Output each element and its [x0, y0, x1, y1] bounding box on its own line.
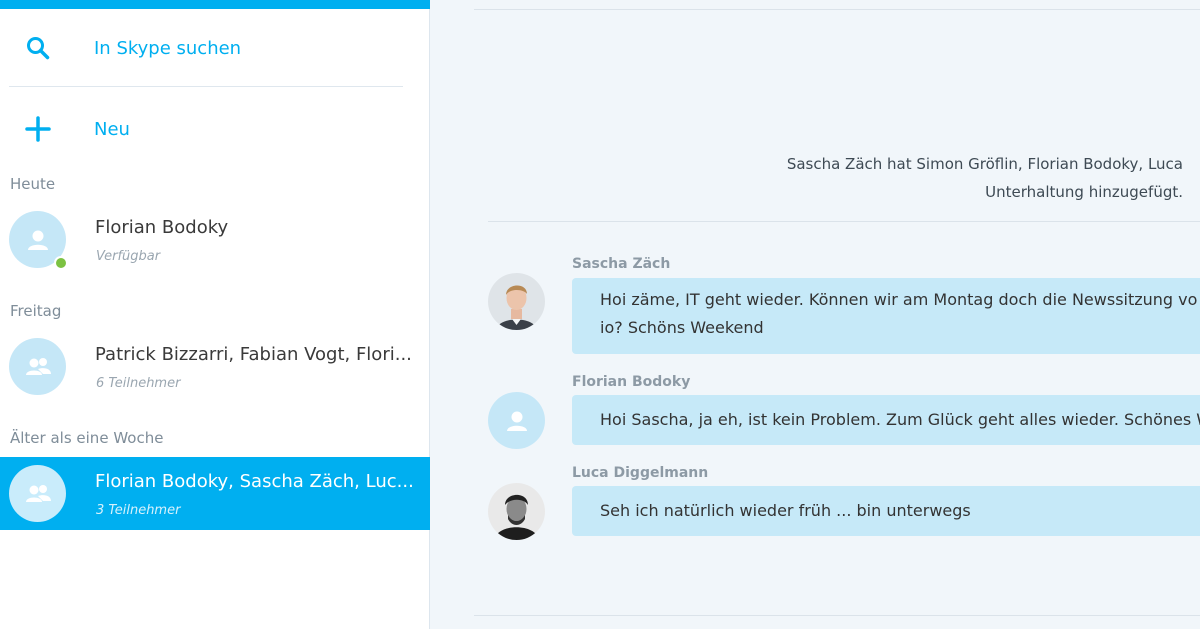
- message-text: Hoi Sascha, ja eh, ist kein Problem. Zum…: [600, 410, 1200, 429]
- group-icon: [25, 484, 51, 502]
- avatar[interactable]: [488, 483, 545, 540]
- search-skype-button[interactable]: In Skype suchen: [0, 18, 430, 78]
- message-bubble[interactable]: Hoi Sascha, ja eh, ist kein Problem. Zum…: [572, 395, 1200, 445]
- conversation-name: Florian Bodoky, Sascha Zäch, Luc...: [95, 471, 414, 492]
- section-label-today: Heute: [10, 175, 56, 193]
- system-message-divider: [488, 221, 1200, 222]
- plus-icon: [24, 115, 52, 143]
- user-photo-icon: [488, 273, 545, 330]
- presence-available-icon: [54, 256, 68, 270]
- new-conversation-button[interactable]: Neu: [0, 99, 430, 159]
- chat-top-divider: [474, 9, 1200, 10]
- conversation-name: Patrick Bizzarri, Fabian Vogt, Flori...: [95, 344, 412, 365]
- search-skype-label: In Skype suchen: [94, 37, 242, 59]
- conversation-participants: 6 Teilnehmer: [96, 376, 181, 391]
- chat-bottom-divider: [474, 615, 1200, 616]
- sidebar: In Skype suchen Neu Heute Florian Bodoky…: [0, 0, 430, 629]
- message-bubble[interactable]: Seh ich natürlich wieder früh ... bin un…: [572, 486, 1200, 536]
- person-icon: [27, 230, 48, 250]
- conversation-name: Florian Bodoky: [95, 217, 229, 238]
- avatar[interactable]: [488, 392, 545, 449]
- system-message-line: Sascha Zäch hat Simon Gröflin, Florian B…: [786, 155, 1183, 173]
- system-message-line: Unterhaltung hinzugefügt.: [985, 183, 1183, 201]
- section-label-older: Älter als eine Woche: [10, 429, 164, 447]
- user-photo-icon: [488, 483, 545, 540]
- conversation-status: Verfügbar: [96, 249, 161, 264]
- message-bubble[interactable]: Hoi zäme, IT geht wieder. Können wir am …: [572, 278, 1200, 354]
- section-label-friday: Freitag: [10, 302, 62, 320]
- person-icon: [506, 411, 527, 431]
- message-text: Seh ich natürlich wieder früh ... bin un…: [600, 501, 971, 520]
- message-author: Luca Diggelmann: [572, 465, 709, 481]
- message-author: Florian Bodoky: [572, 374, 691, 390]
- sidebar-top-bar: [0, 0, 430, 9]
- group-icon: [25, 357, 51, 375]
- message-author: Sascha Zäch: [572, 256, 671, 272]
- chat-pane: Sascha Zäch hat Simon Gröflin, Florian B…: [431, 0, 1200, 629]
- conversation-item[interactable]: Patrick Bizzarri, Fabian Vogt, Flori... …: [0, 330, 430, 400]
- avatar: [9, 338, 66, 395]
- conversation-item[interactable]: Florian Bodoky Verfügbar: [0, 203, 430, 273]
- message-text: Hoi zäme, IT geht wieder. Können wir am …: [600, 290, 1198, 309]
- avatar[interactable]: [488, 273, 545, 330]
- sidebar-divider: [9, 86, 403, 87]
- avatar: [9, 465, 66, 522]
- search-icon: [24, 34, 52, 62]
- new-conversation-label: Neu: [94, 118, 130, 140]
- message-text: io? Schöns Weekend: [600, 318, 764, 337]
- system-message: Sascha Zäch hat Simon Gröflin, Florian B…: [683, 150, 1183, 206]
- conversation-item-selected[interactable]: Florian Bodoky, Sascha Zäch, Luc... 3 Te…: [0, 457, 430, 530]
- conversation-participants: 3 Teilnehmer: [96, 503, 181, 518]
